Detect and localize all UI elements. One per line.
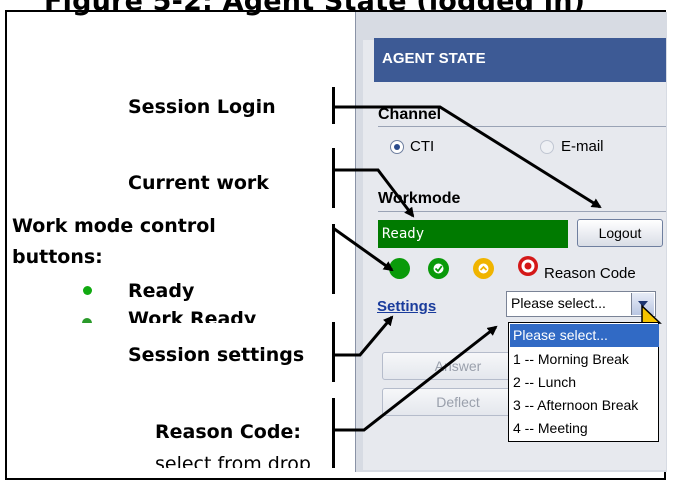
arrow-work-mode: [332, 226, 394, 272]
arrow-reason-code: [333, 325, 498, 432]
arrow-session-login: [333, 105, 602, 209]
arrow-current-work: [333, 168, 415, 218]
callout-arrows: [332, 105, 602, 432]
arrow-session-settings: [333, 315, 394, 357]
